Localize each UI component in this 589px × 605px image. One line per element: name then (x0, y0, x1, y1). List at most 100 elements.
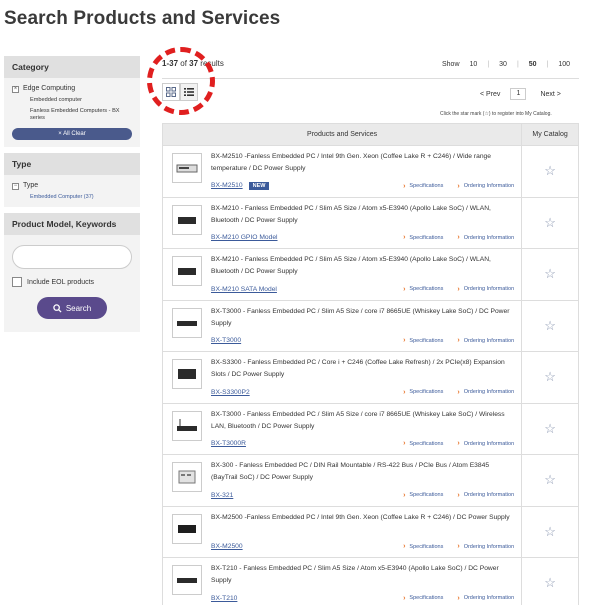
product-thumbnail[interactable] (172, 256, 202, 286)
specifications-link[interactable]: › Specifications (403, 389, 443, 396)
specifications-link[interactable]: › Specifications (403, 440, 443, 447)
all-clear-button[interactable]: × All Clear (12, 128, 132, 140)
star-icon[interactable]: ☆ (544, 163, 556, 179)
star-icon[interactable]: ☆ (544, 318, 556, 334)
checked-box-icon[interactable]: × (12, 86, 19, 93)
page-size-10[interactable]: 10 (470, 61, 478, 68)
chevron-right-icon: › (403, 337, 406, 344)
catalog-cell: ☆ (522, 455, 578, 506)
product-thumbnail[interactable] (172, 204, 202, 235)
product-model-link[interactable]: BX-321 (211, 492, 233, 499)
ordering-information-link[interactable]: › Ordering Information (457, 543, 514, 550)
product-links: › Specifications › Ordering Information (389, 595, 514, 602)
product-links: › Specifications › Ordering Information (389, 286, 514, 293)
product-cell: BX-T3000 - Fanless Embedded PC / Slim A5… (163, 300, 523, 351)
ordering-information-link[interactable]: › Ordering Information (457, 492, 514, 499)
specifications-link[interactable]: › Specifications (403, 595, 443, 602)
specifications-label: Specifications (409, 492, 444, 498)
product-model-link[interactable]: BX-S3300P2 (211, 389, 250, 396)
product-model-link[interactable]: BX-M210 GPIO Model (211, 234, 278, 241)
chevron-right-icon: › (403, 543, 406, 550)
chevron-right-icon: › (457, 594, 460, 602)
page-number-input[interactable]: 1 (510, 88, 527, 100)
product-thumbnail[interactable] (172, 410, 202, 441)
chevron-right-icon: › (457, 234, 460, 241)
star-icon[interactable]: ☆ (544, 524, 556, 540)
type-filter[interactable]: − Type (12, 182, 132, 190)
product-links: › Specifications › Ordering Information (389, 234, 514, 241)
catalog-cell: ☆ (522, 404, 578, 455)
type-embedded-computer-link[interactable]: Embedded Computer (37) (30, 194, 132, 200)
ordering-information-link[interactable]: › Ordering Information (457, 234, 514, 241)
column-my-catalog: My Catalog (532, 131, 568, 138)
ordering-information-link[interactable]: › Ordering Information (457, 337, 514, 344)
page-title: Search Products and Services (4, 8, 281, 29)
product-thumbnail[interactable] (172, 462, 202, 492)
star-icon[interactable]: ☆ (544, 215, 556, 231)
ordering-information-link[interactable]: › Ordering Information (457, 595, 514, 602)
specifications-link[interactable]: › Specifications (403, 543, 443, 550)
include-eol-checkbox[interactable]: Include EOL products (12, 277, 132, 287)
search-icon (53, 303, 62, 313)
model-line: BX-S3300P2 (211, 389, 250, 396)
product-model-link[interactable]: BX-T3000 (211, 337, 241, 344)
product-model-link[interactable]: BX-M2510 (211, 182, 243, 189)
ordering-label: Ordering Information (463, 543, 515, 550)
table-row: BX-T210 - Fanless Embedded PC / Slim A5 … (163, 558, 578, 605)
chevron-right-icon: › (403, 388, 406, 396)
ordering-information-link[interactable]: › Ordering Information (457, 389, 514, 396)
ordering-information-link[interactable]: › Ordering Information (457, 183, 514, 190)
page-size-100[interactable]: 100 (558, 61, 570, 68)
type-item-label: Type (23, 182, 39, 189)
star-icon[interactable]: ☆ (544, 369, 556, 385)
prev-page-link[interactable]: < Prev (480, 91, 500, 98)
specifications-link[interactable]: › Specifications (403, 492, 443, 499)
specifications-link[interactable]: › Specifications (403, 286, 443, 293)
specifications-label: Specifications (409, 595, 444, 601)
checkbox-icon[interactable] (12, 277, 22, 287)
collapse-icon[interactable]: − (12, 183, 19, 190)
ordering-information-link[interactable]: › Ordering Information (457, 440, 514, 447)
product-description: BX-M2510 -Fanless Embedded PC / Intel 9t… (211, 153, 491, 172)
product-description: BX-M210 - Fanless Embedded PC / Slim A5 … (211, 256, 491, 275)
category-heading: Category (4, 56, 140, 78)
type-panel: − Type Embedded Computer (37) (4, 175, 140, 207)
page-size-50[interactable]: 50 (529, 61, 537, 68)
star-icon[interactable]: ☆ (544, 472, 556, 488)
specifications-label: Specifications (409, 440, 444, 447)
star-icon[interactable]: ☆ (544, 421, 556, 437)
star-icon[interactable]: ☆ (544, 575, 556, 591)
keyword-search-input[interactable] (12, 245, 132, 269)
product-thumbnail[interactable] (172, 359, 202, 389)
table-row: BX-300 - Fanless Embedded PC / DIN Rail … (163, 455, 578, 507)
list-view-button[interactable] (180, 83, 198, 101)
category-filter-edge-computing[interactable]: × Edge Computing (12, 85, 132, 93)
product-model-link[interactable]: BX-T3000R (211, 440, 246, 447)
show-label: Show (442, 61, 460, 68)
chevron-right-icon: › (403, 285, 406, 293)
search-button[interactable]: Search (37, 297, 107, 319)
specifications-link[interactable]: › Specifications (403, 234, 443, 241)
ordering-label: Ordering Information (463, 183, 515, 189)
product-model-link[interactable]: BX-M2500 (211, 543, 243, 550)
ordering-information-link[interactable]: › Ordering Information (457, 286, 514, 293)
specifications-link[interactable]: › Specifications (403, 337, 443, 344)
product-thumbnail[interactable] (172, 565, 202, 595)
specifications-link[interactable]: › Specifications (403, 183, 443, 190)
product-thumbnail[interactable] (172, 307, 202, 338)
product-model-link[interactable]: BX-T210 (211, 595, 237, 602)
column-products: Products and Services (163, 124, 523, 145)
product-model-link[interactable]: BX-M210 SATA Model (211, 286, 277, 293)
catalog-cell: ☆ (522, 507, 578, 558)
next-page-link[interactable]: Next > (540, 91, 560, 98)
chevron-right-icon: › (403, 440, 406, 447)
grid-icon (166, 87, 176, 97)
category-item-label: Edge Computing (23, 85, 76, 92)
keywords-heading: Product Model, Keywords (4, 213, 140, 235)
page-size-30[interactable]: 30 (499, 61, 507, 68)
ordering-label: Ordering Information (463, 337, 515, 344)
grid-view-button[interactable] (162, 83, 180, 101)
product-thumbnail[interactable] (172, 153, 202, 183)
product-thumbnail[interactable] (172, 513, 202, 544)
star-icon[interactable]: ☆ (544, 266, 556, 282)
